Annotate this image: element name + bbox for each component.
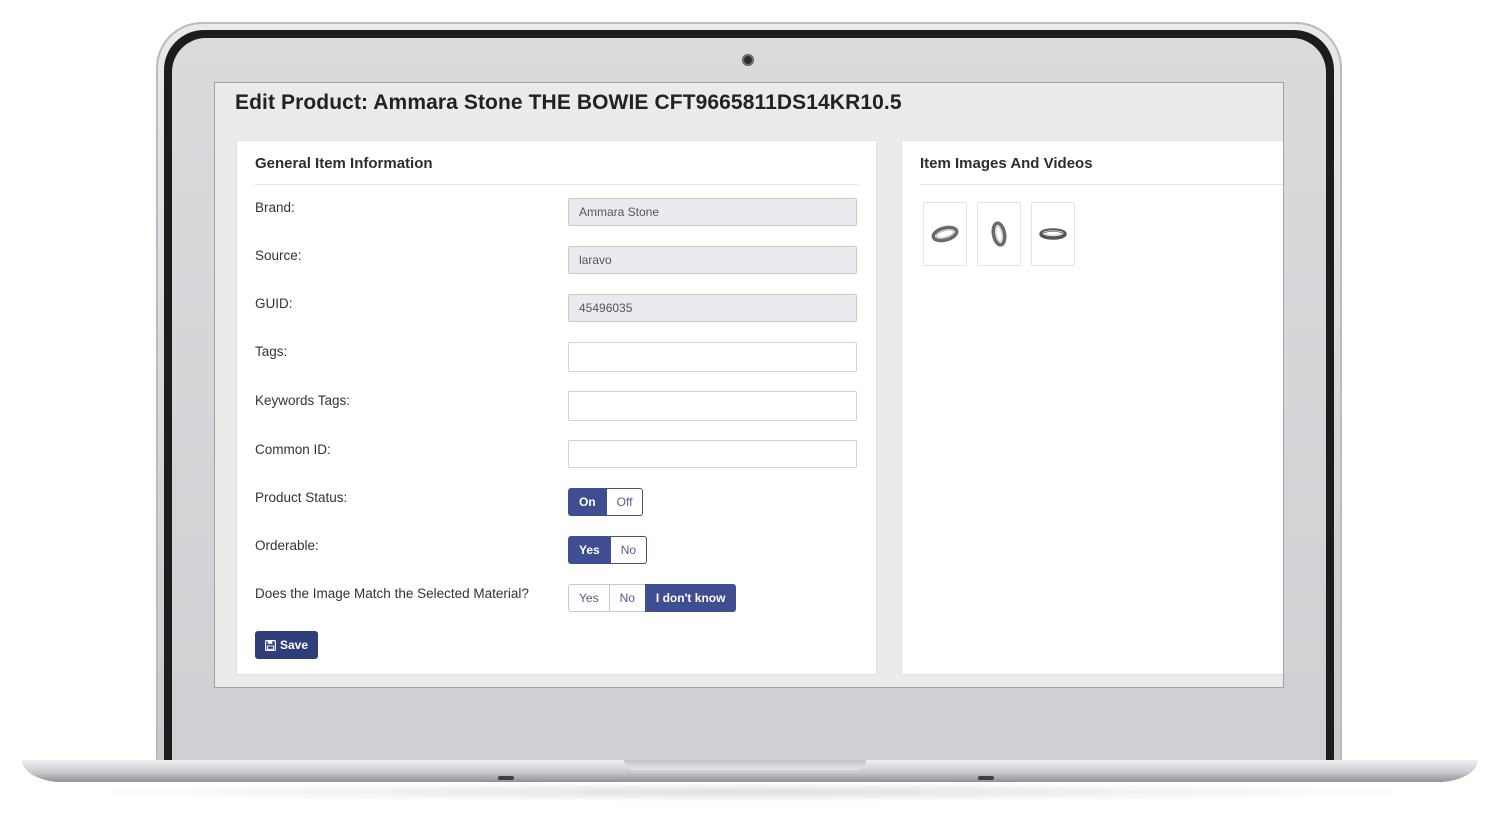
- tags-input[interactable]: [568, 342, 857, 372]
- image-match-dont-know-button[interactable]: I don't know: [644, 584, 737, 612]
- brand-field: Ammara Stone: [568, 198, 857, 226]
- divider: [255, 184, 858, 185]
- laptop-foot: [498, 776, 514, 780]
- tags-label: Tags:: [255, 344, 288, 359]
- laptop-shadow: [60, 782, 1440, 802]
- keywords-tags-label: Keywords Tags:: [255, 393, 351, 408]
- save-button[interactable]: Save: [255, 631, 319, 659]
- save-button-label: Save: [280, 638, 309, 652]
- image-match-label: Does the Image Match the Selected Materi…: [255, 586, 529, 601]
- image-match-row: Does the Image Match the Selected Materi…: [255, 584, 859, 614]
- guid-label: GUID:: [255, 296, 293, 311]
- keywords-tags-row: Keywords Tags:: [255, 391, 859, 421]
- tags-row: Tags:: [255, 342, 859, 372]
- media-panel: Item Images And Videos: [901, 140, 1283, 675]
- source-label: Source:: [255, 248, 302, 263]
- orderable-toggle: Yes No: [568, 536, 648, 564]
- product-status-off-button[interactable]: Off: [605, 488, 644, 516]
- laptop-base-notch: [624, 760, 866, 770]
- common-id-label: Common ID:: [255, 442, 331, 457]
- ring-thumbnail[interactable]: [977, 202, 1021, 266]
- divider: [920, 184, 1283, 185]
- general-info-panel: General Item Information Brand: Ammara S…: [236, 140, 877, 675]
- media-header: Item Images And Videos: [920, 155, 1093, 172]
- orderable-no-button[interactable]: No: [609, 536, 648, 564]
- general-info-header: General Item Information: [255, 155, 433, 172]
- thumbnail-list: [923, 202, 1075, 266]
- ring-side-view-icon: [931, 225, 959, 243]
- common-id-row: Common ID:: [255, 440, 859, 470]
- ring-thumbnail[interactable]: [1031, 202, 1075, 266]
- guid-field: 45496035: [568, 294, 857, 322]
- laptop-foot: [978, 776, 994, 780]
- webcam-icon: [742, 54, 754, 66]
- source-field: laravo: [568, 246, 857, 274]
- page-title: Edit Product: Ammara Stone THE BOWIE CFT…: [235, 91, 902, 114]
- image-match-no-button[interactable]: No: [608, 584, 646, 612]
- guid-row: GUID: 45496035: [255, 294, 859, 324]
- common-id-input[interactable]: [568, 440, 857, 468]
- product-status-on-button[interactable]: On: [568, 488, 607, 516]
- product-status-row: Product Status: On Off: [255, 488, 859, 518]
- ring-upright-view-icon: [991, 221, 1007, 247]
- image-match-yes-button[interactable]: Yes: [568, 584, 610, 612]
- image-match-toggle: Yes No I don't know: [568, 584, 737, 612]
- ring-flat-view-icon: [1039, 228, 1067, 240]
- orderable-label: Orderable:: [255, 538, 319, 553]
- ring-thumbnail[interactable]: [923, 202, 967, 266]
- orderable-yes-button[interactable]: Yes: [568, 536, 611, 564]
- source-row: Source: laravo: [255, 246, 859, 276]
- app-screen: Edit Product: Ammara Stone THE BOWIE CFT…: [214, 82, 1284, 688]
- product-status-toggle: On Off: [568, 488, 644, 516]
- product-status-label: Product Status:: [255, 490, 348, 505]
- orderable-row: Orderable: Yes No: [255, 536, 859, 566]
- brand-row: Brand: Ammara Stone: [255, 198, 859, 228]
- brand-label: Brand:: [255, 200, 295, 215]
- keywords-tags-input[interactable]: [568, 391, 857, 421]
- save-icon: [265, 639, 276, 651]
